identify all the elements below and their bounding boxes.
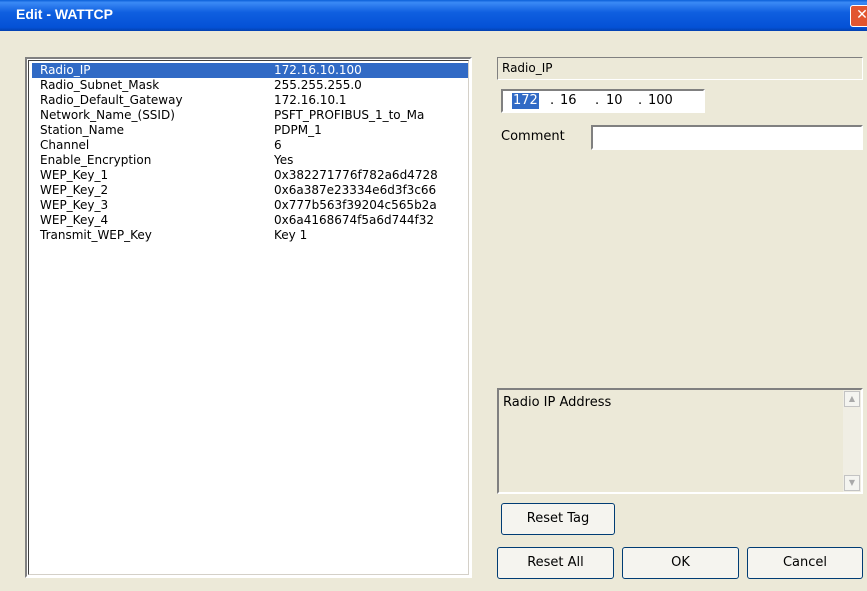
parameter-row[interactable]: WEP_Key_4 0x6a4168674f5a6d744f32: [32, 213, 468, 228]
parameter-value: 172.16.10.1: [274, 93, 347, 107]
description-box: Radio IP Address ▲ ▼: [497, 388, 863, 494]
title-bar: Edit - WATTCP ✕: [0, 0, 867, 31]
parameter-value: 6: [274, 138, 282, 152]
parameter-name: Transmit_WEP_Key: [40, 228, 152, 242]
ip-address-field[interactable]: 172 . 16 . 10 . 100: [501, 89, 705, 113]
parameter-row[interactable]: Enable_Encryption Yes: [32, 153, 468, 168]
reset-all-button[interactable]: Reset All: [497, 547, 614, 579]
comment-label: Comment: [501, 129, 565, 144]
ok-button[interactable]: OK: [622, 547, 739, 579]
parameter-row[interactable]: Transmit_WEP_Key Key 1: [32, 228, 468, 243]
parameter-row[interactable]: Channel 6: [32, 138, 468, 153]
scroll-up-icon[interactable]: ▲: [844, 391, 860, 407]
parameter-row[interactable]: Radio_IP 172.16.10.100: [32, 63, 468, 78]
parameter-name: Enable_Encryption: [40, 153, 152, 167]
ip-separator: .: [595, 93, 600, 108]
parameter-value: Key 1: [274, 228, 308, 242]
ip-separator: .: [638, 93, 643, 108]
parameter-value: 0x777b563f39204c565b2a: [274, 198, 437, 212]
close-icon[interactable]: ✕: [850, 5, 867, 27]
parameter-row[interactable]: Station_Name PDPM_1: [32, 123, 468, 138]
parameter-name: WEP_Key_3: [40, 198, 109, 212]
tag-name-display: Radio_IP: [497, 57, 863, 80]
parameter-list-inner: Radio_IP 172.16.10.100 Radio_Subnet_Mask 25…: [28, 60, 469, 575]
description-scrollbar[interactable]: ▲ ▼: [843, 390, 861, 492]
parameter-value: Yes: [274, 153, 294, 167]
parameter-row[interactable]: Network_Name_(SSID) PSFT_PROFIBUS_1_to_Ma: [32, 108, 468, 123]
ip-octet-3[interactable]: 10: [606, 93, 623, 109]
reset-tag-button[interactable]: Reset Tag: [501, 503, 615, 535]
parameter-row[interactable]: Radio_Default_Gateway 172.16.10.1: [32, 93, 468, 108]
cancel-button[interactable]: Cancel: [747, 547, 863, 579]
parameter-value: 255.255.255.0: [274, 78, 362, 92]
parameter-value: PSFT_PROFIBUS_1_to_Ma: [274, 108, 425, 122]
parameter-name: Station_Name: [40, 123, 125, 137]
comment-field[interactable]: [591, 125, 863, 150]
ip-octet-2[interactable]: 16: [560, 93, 577, 109]
description-text: Radio IP Address: [503, 395, 612, 410]
parameter-name: Network_Name_(SSID): [40, 108, 175, 122]
parameter-row[interactable]: WEP_Key_3 0x777b563f39204c565b2a: [32, 198, 468, 213]
parameter-name: Channel: [40, 138, 90, 152]
parameter-row[interactable]: WEP_Key_1 0x382271776f782a6d4728: [32, 168, 468, 183]
ip-octet-1[interactable]: 172: [512, 93, 539, 109]
parameter-value: 0x6a4168674f5a6d744f32: [274, 213, 435, 227]
parameter-value: 0x382271776f782a6d4728: [274, 168, 438, 182]
parameter-name: Radio_Subnet_Mask: [40, 78, 160, 92]
parameter-value: 0x6a387e23334e6d3f3c66: [274, 183, 437, 197]
parameter-name: WEP_Key_2: [40, 183, 109, 197]
parameter-row[interactable]: Radio_Subnet_Mask 255.255.255.0: [32, 78, 468, 93]
parameter-name: Radio_IP: [40, 63, 91, 77]
window-title: Edit - WATTCP: [16, 6, 113, 22]
parameter-name: WEP_Key_1: [40, 168, 109, 182]
parameter-name: WEP_Key_4: [40, 213, 109, 227]
parameter-row[interactable]: WEP_Key_2 0x6a387e23334e6d3f3c66: [32, 183, 468, 198]
parameter-value: PDPM_1: [274, 123, 322, 137]
ip-separator: .: [550, 93, 555, 108]
scroll-down-icon[interactable]: ▼: [844, 475, 860, 491]
parameter-list[interactable]: Radio_IP 172.16.10.100 Radio_Subnet_Mask 25…: [25, 57, 472, 578]
ip-octet-4[interactable]: 100: [648, 93, 673, 109]
parameter-value: 172.16.10.100: [274, 63, 362, 77]
parameter-name: Radio_Default_Gateway: [40, 93, 183, 107]
